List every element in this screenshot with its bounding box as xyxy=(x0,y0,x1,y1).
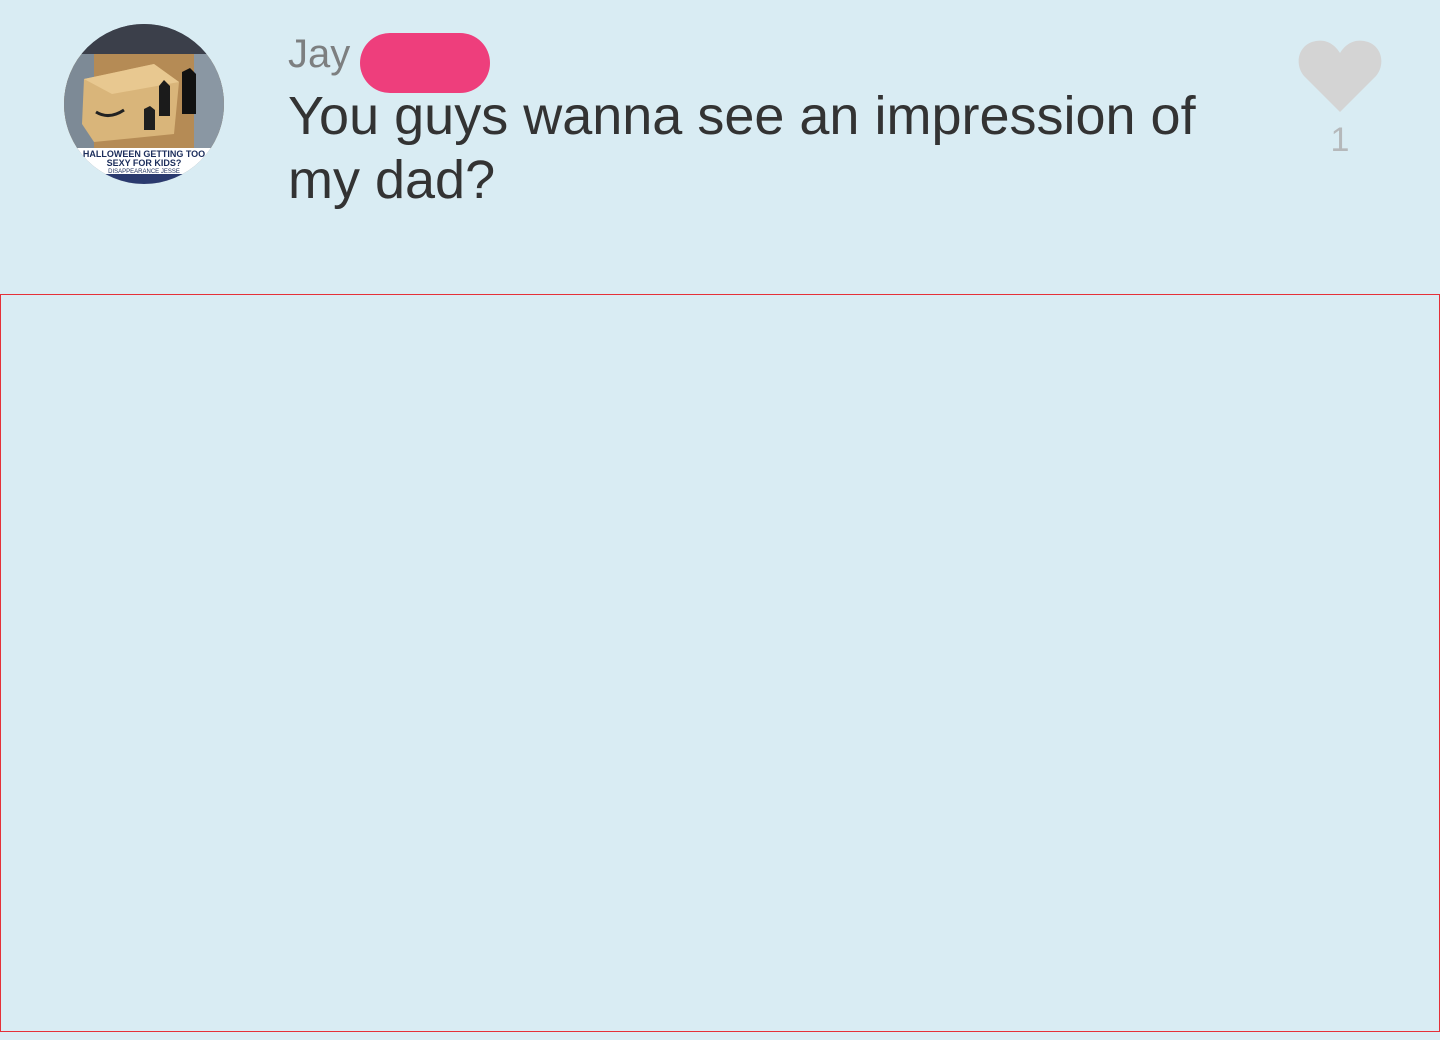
avatar-caption-line-3: DISAPPEARANCE JESSE xyxy=(108,169,180,175)
avatar[interactable]: HALLOWEEN GETTING TOO SEXY FOR KIDS? DIS… xyxy=(64,24,224,184)
heart-icon xyxy=(1298,40,1382,113)
media-frame xyxy=(0,294,1440,1032)
avatar-image: HALLOWEEN GETTING TOO SEXY FOR KIDS? DIS… xyxy=(64,24,224,184)
avatar-caption-line-2: SEXY FOR KIDS? xyxy=(107,158,182,168)
comment-text: You guys wanna see an impression of my d… xyxy=(288,86,1196,210)
author-name[interactable]: Jay xyxy=(288,32,350,76)
like-count: 1 xyxy=(1330,121,1350,159)
comment-item: HALLOWEEN GETTING TOO SEXY FOR KIDS? DIS… xyxy=(0,0,1440,290)
like-button[interactable] xyxy=(1296,36,1384,116)
